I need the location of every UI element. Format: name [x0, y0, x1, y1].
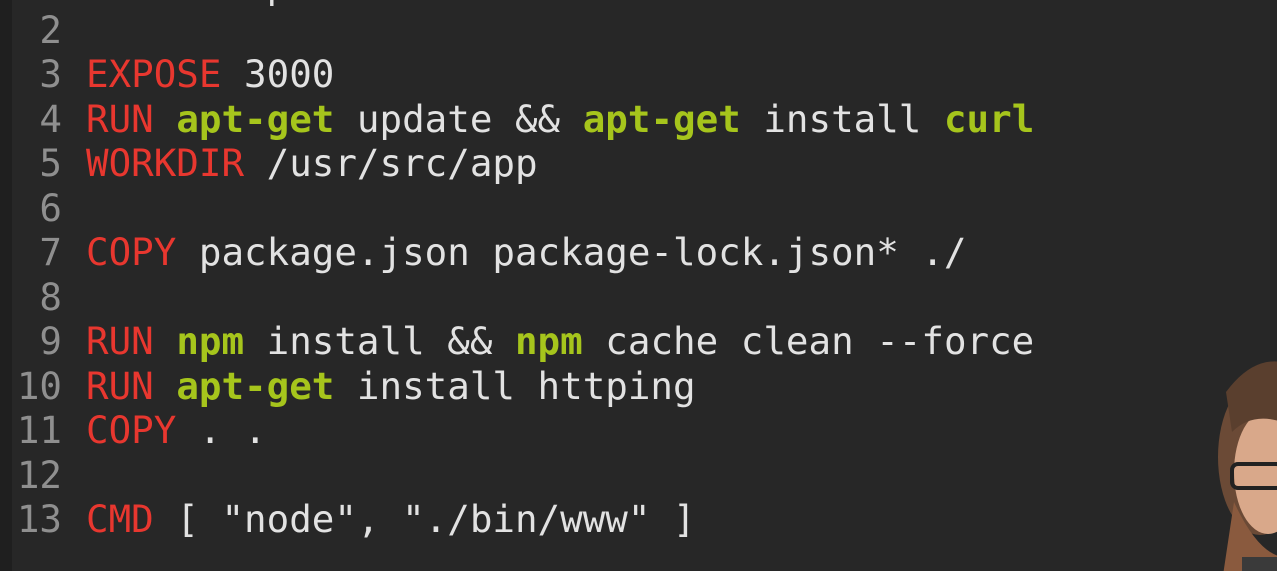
command-token: apt-get: [176, 363, 335, 408]
code-line[interactable]: 7 COPY package.json package-lock.json* ./: [0, 230, 1034, 275]
line-number: 4: [39, 96, 62, 141]
code-line[interactable]: 5 WORKDIR /usr/src/app: [0, 141, 1034, 186]
code-line[interactable]: 2: [0, 8, 1034, 53]
command-token: npm: [176, 319, 245, 363]
command-token: apt-get: [176, 96, 335, 141]
code-line[interactable]: 12: [0, 453, 1034, 498]
code-line[interactable]: 11 COPY . .: [0, 408, 1034, 453]
command-token: apt-get: [582, 96, 741, 141]
code-text: RUN apt-get install httping: [86, 364, 696, 409]
code-line[interactable]: 13 CMD [ "node", "./bin/www" ]: [0, 497, 1034, 542]
line-number: 6: [39, 185, 62, 230]
code-text: COPY . .: [86, 408, 267, 453]
keyword-token: COPY: [86, 230, 177, 274]
text-token: install httping: [334, 363, 696, 408]
text-token: "./bin/www": [402, 497, 651, 541]
code-line[interactable]: 9 RUN npm install && npm cache clean --fo…: [0, 319, 1034, 364]
text-token: install &&: [244, 319, 515, 363]
text-token: cache clean --force: [582, 319, 1035, 363]
presenter-webcam-icon: [1218, 361, 1277, 571]
line-number: 2: [39, 7, 62, 52]
keyword-token: RUN: [86, 363, 154, 408]
line-number: 11: [16, 408, 62, 452]
code-line[interactable]: 4 RUN apt-get update && apt-get install c…: [0, 97, 1034, 142]
line-number: 1: [0, 0, 86, 8]
text-token: package.json package-lock.json* ./: [176, 230, 967, 274]
text-token: "node": [221, 497, 357, 541]
code-line[interactable]: 6: [0, 186, 1034, 231]
keyword-token: WORKDIR: [86, 141, 245, 185]
code-line[interactable]: 1 p: [0, 0, 1034, 8]
line-number: 3: [39, 52, 62, 96]
keyword-token: COPY: [86, 408, 177, 452]
code-line[interactable]: 3 EXPOSE 3000: [0, 52, 1034, 97]
code-text: CMD [ "node", "./bin/www" ]: [86, 497, 696, 542]
text-token: p: [267, 0, 290, 7]
line-number: 9: [39, 319, 62, 363]
line-number: 13: [16, 497, 62, 541]
text-token: 3000: [221, 52, 335, 96]
line-number: 12: [16, 452, 62, 497]
text-token: /usr/src/app: [244, 141, 538, 185]
code-area[interactable]: 1 p23EXPOSE 30004RUN apt-get update && a…: [0, 0, 1034, 542]
keyword-token: RUN: [86, 319, 154, 363]
code-text: EXPOSE 3000: [86, 52, 334, 97]
keyword-token: EXPOSE: [86, 52, 222, 96]
text-token: [: [153, 497, 222, 541]
code-line[interactable]: 10 RUN apt-get install httping: [0, 364, 1034, 409]
code-text: COPY package.json package-lock.json* ./: [86, 230, 967, 275]
code-editor[interactable]: 1 p23EXPOSE 30004RUN apt-get update && a…: [0, 0, 1277, 571]
code-text: RUN npm install && npm cache clean --for…: [86, 319, 1034, 364]
code-text: RUN apt-get update && apt-get install cu…: [86, 97, 1034, 142]
code-line[interactable]: 8: [0, 275, 1034, 320]
text-token: install: [740, 96, 944, 141]
line-number: 5: [39, 141, 62, 185]
code-text: WORKDIR /usr/src/app: [86, 141, 538, 186]
text-token: ]: [650, 497, 696, 541]
line-number: 7: [39, 230, 62, 274]
code-text: p: [86, 0, 290, 8]
text-token: ,: [356, 497, 403, 541]
text-token: . .: [176, 408, 267, 452]
keyword-token: RUN: [86, 96, 154, 141]
line-number: 10: [16, 363, 62, 408]
command-token: curl: [943, 96, 1035, 141]
line-number: 8: [39, 274, 62, 319]
text-token: update &&: [334, 96, 583, 141]
keyword-token: CMD: [86, 497, 154, 541]
command-token: npm: [514, 319, 583, 363]
